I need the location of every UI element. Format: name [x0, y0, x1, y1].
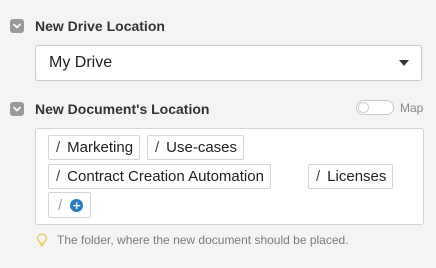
- document-section-title: New Document's Location: [35, 101, 210, 117]
- document-path-box: / Marketing / Use-cases / Contract Creat…: [35, 128, 424, 225]
- drive-section-title: New Drive Location: [35, 18, 165, 34]
- caret-down-icon: [399, 60, 409, 66]
- lightbulb-icon: [37, 233, 47, 247]
- map-switch-knob: [358, 102, 369, 113]
- drive-location-value: My Drive: [49, 54, 113, 71]
- path-separator: /: [58, 196, 63, 214]
- path-separator: /: [316, 168, 321, 185]
- path-segment-label: Marketing: [67, 139, 134, 156]
- chevron-down-icon: [13, 23, 21, 29]
- plus-circle-icon[interactable]: +: [70, 198, 84, 212]
- drive-location-select[interactable]: My Drive: [35, 45, 422, 81]
- path-separator: /: [56, 139, 61, 156]
- map-toggle: Map: [356, 100, 423, 115]
- path-separator: /: [56, 168, 61, 185]
- drive-section-collapse-toggle[interactable]: [10, 19, 24, 33]
- hint-text: The folder, where the new document shoul…: [57, 233, 349, 247]
- document-section-header: New Document's Location: [10, 100, 209, 118]
- add-path-segment[interactable]: / +: [48, 192, 91, 218]
- path-segment-label: Licenses: [327, 168, 387, 185]
- map-switch[interactable]: [356, 100, 394, 115]
- path-segment-chip[interactable]: / Marketing: [48, 135, 141, 160]
- document-section-collapse-toggle[interactable]: [10, 102, 24, 116]
- path-segment-label: Use-cases: [166, 139, 238, 156]
- location-hint: The folder, where the new document shoul…: [36, 233, 349, 247]
- path-segment-chip[interactable]: / Contract Creation Automation: [48, 164, 271, 189]
- path-segment-chip[interactable]: / Use-cases: [147, 135, 245, 160]
- path-segment-chip[interactable]: / Licenses: [308, 164, 394, 189]
- drive-section-header: New Drive Location: [10, 17, 165, 35]
- chevron-down-icon: [13, 106, 21, 112]
- map-label: Map: [400, 100, 424, 115]
- path-separator: /: [155, 139, 160, 156]
- path-segment-label: Contract Creation Automation: [67, 168, 264, 185]
